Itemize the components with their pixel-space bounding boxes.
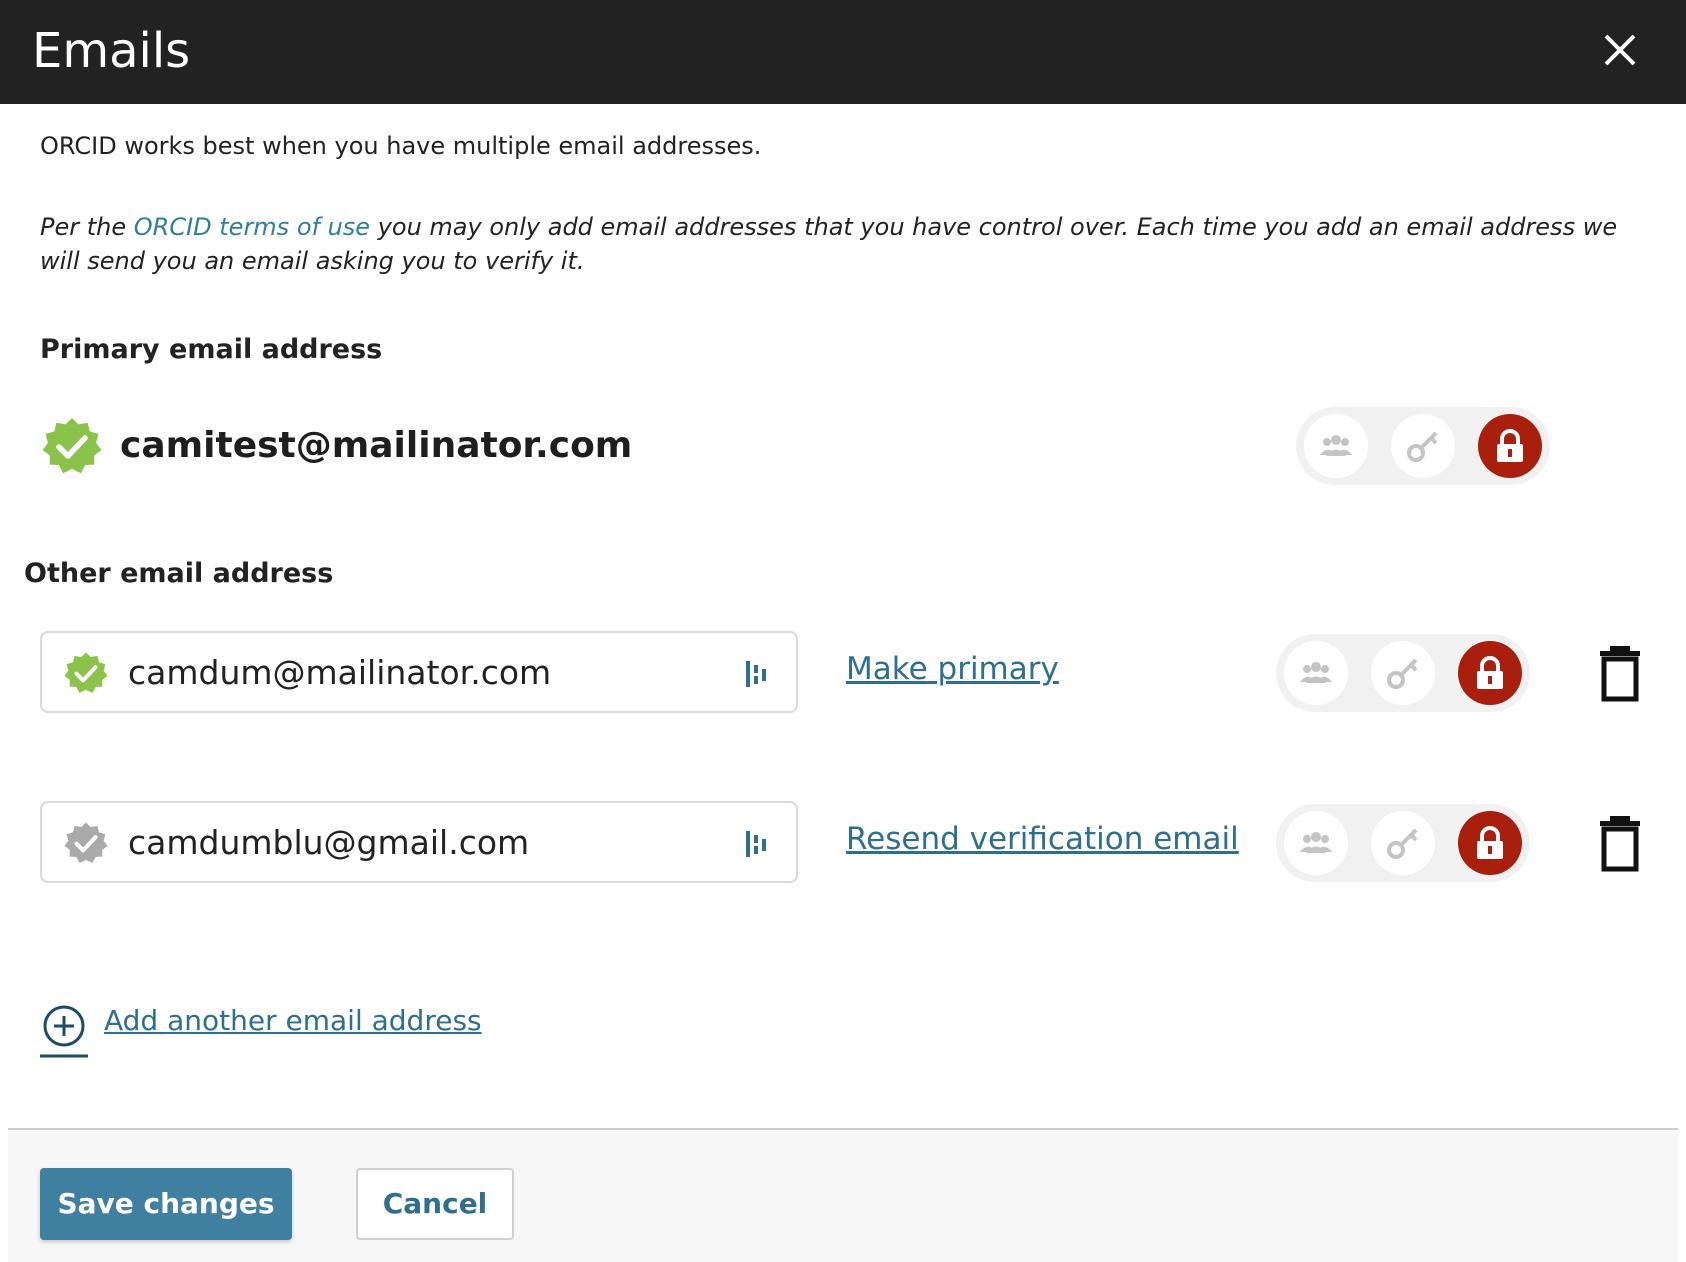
visibility-private-button[interactable] [1478,414,1542,478]
drag-handle-icon[interactable] [742,829,770,859]
visibility-private-button[interactable] [1458,811,1522,875]
terms-of-use-link[interactable]: ORCID terms of use [134,213,370,241]
key-icon [1387,828,1418,859]
lock-icon [1477,656,1503,689]
visibility-private-button[interactable] [1458,641,1522,705]
visibility-trusted-button[interactable] [1391,414,1455,478]
visibility-everyone-button[interactable] [1284,641,1348,705]
add-email-link[interactable]: Add another email address [104,1000,482,1042]
visibility-trusted-button[interactable] [1371,641,1435,705]
other-email-field[interactable]: camdum@mailinator.com [40,631,798,713]
other-email-visibility-selector [1276,634,1530,712]
cancel-button[interactable]: Cancel [356,1168,514,1240]
dialog-footer: Save changes Cancel [8,1128,1678,1262]
people-icon [1300,832,1332,853]
verified-badge-icon [42,418,102,474]
add-circle-icon[interactable] [40,1004,88,1058]
people-icon [1300,662,1332,683]
lock-icon [1477,826,1503,859]
trash-icon[interactable] [1598,644,1642,702]
other-email-field[interactable]: camdumblu@gmail.com [40,801,798,883]
unverified-badge-icon [64,822,108,863]
visibility-trusted-button[interactable] [1371,811,1435,875]
verified-badge-icon [64,652,108,693]
other-email-heading: Other email address [24,558,334,589]
intro-text: ORCID works best when you have multiple … [40,132,762,160]
terms-text: Per the ORCID terms of use you may only … [40,210,1640,278]
save-changes-button[interactable]: Save changes [40,1168,292,1240]
primary-email-heading: Primary email address [40,334,383,365]
close-icon[interactable] [1598,28,1642,72]
trash-icon[interactable] [1598,814,1642,872]
email-value: camdum@mailinator.com [128,653,552,692]
lock-icon [1497,429,1523,462]
resend-verification-link[interactable]: Resend verification email [846,819,1239,859]
key-icon [1387,658,1418,689]
drag-handle-icon[interactable] [742,659,770,689]
email-value: camdumblu@gmail.com [128,823,530,862]
key-icon [1407,431,1438,462]
dialog-title: Emails [32,23,191,79]
visibility-everyone-button[interactable] [1284,811,1348,875]
visibility-everyone-button[interactable] [1304,414,1368,478]
primary-email-address: camitest@mailinator.com [120,425,633,466]
dialog-header: Emails [0,0,1686,104]
terms-prefix: Per the [40,213,134,241]
make-primary-link[interactable]: Make primary [846,649,1059,689]
other-email-visibility-selector [1276,804,1530,882]
people-icon [1320,435,1352,456]
primary-visibility-selector [1296,407,1550,485]
